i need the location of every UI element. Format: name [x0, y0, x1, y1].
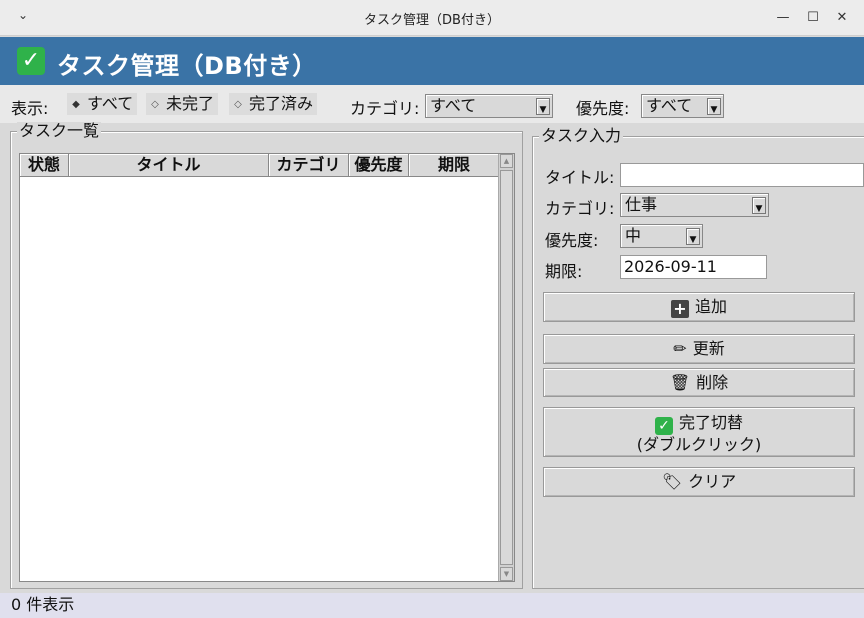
window-title: タスク管理（DB付き） [364, 13, 500, 28]
add-button[interactable]: + 追加 [543, 292, 855, 322]
toggle-button-hint: (ダブルクリック) [636, 435, 762, 454]
radio-incomplete-label: 未完了 [166, 94, 215, 113]
column-status[interactable]: 状態 [20, 154, 69, 177]
category-filter-label: カテゴリ: [350, 99, 420, 118]
due-field-label: 期限: [545, 262, 583, 281]
column-category[interactable]: カテゴリ [269, 154, 349, 177]
radio-all-label: すべて [87, 94, 134, 113]
vertical-scrollbar[interactable]: ▲ ▼ [498, 154, 514, 581]
delete-button-label: 削除 [696, 373, 729, 392]
column-title[interactable]: タイトル [69, 154, 269, 177]
clear-button-label: クリア [688, 472, 737, 491]
radio-all[interactable]: ◆ すべて [67, 93, 138, 115]
radio-incomplete[interactable]: ◇ 未完了 [146, 93, 219, 115]
radio-indicator-icon: ◇ [234, 99, 242, 110]
display-label: 表示: [11, 99, 49, 118]
category-filter-select[interactable]: すべて ▼ [425, 94, 553, 118]
update-button[interactable]: ✏ 更新 [543, 334, 855, 364]
header-banner: ✓ タスク管理（DB付き） [0, 37, 864, 85]
delete-button[interactable]: 🗑 削除 [543, 368, 855, 397]
pencil-icon: ✏ [673, 339, 687, 358]
dropdown-arrow-icon[interactable]: ▼ [707, 98, 721, 115]
tag-icon: 🏷 [661, 472, 683, 491]
dropdown-arrow-icon[interactable]: ▼ [536, 98, 550, 115]
title-field[interactable] [620, 163, 864, 187]
dropdown-arrow-icon[interactable]: ▼ [752, 197, 766, 214]
priority-field-label: 優先度: [545, 231, 599, 250]
due-date-field[interactable]: 2026-09-11 [620, 255, 767, 279]
task-input-title: タスク入力 [539, 126, 624, 145]
title-bar: ⌄ タスク管理（DB付き） — ☐ ✕ [0, 0, 864, 36]
column-priority[interactable]: 優先度 [349, 154, 409, 177]
plus-icon: + [670, 300, 689, 318]
priority-select-value: 中 [625, 226, 642, 245]
radio-indicator-icon: ◇ [151, 99, 159, 110]
app-window: ⌄ タスク管理（DB付き） — ☐ ✕ ✓ タスク管理（DB付き） 表示: ◆ す… [0, 0, 864, 618]
trash-icon: 🗑 [669, 373, 691, 392]
scroll-up-icon[interactable]: ▲ [500, 154, 513, 168]
radio-indicator-icon: ◆ [72, 99, 80, 110]
category-filter-value: すべて [430, 96, 477, 115]
minimize-button[interactable]: — [772, 7, 794, 29]
check-mark-icon: ✓ [17, 47, 45, 75]
priority-filter-label: 優先度: [576, 99, 630, 118]
status-bar: 0 件表示 [0, 593, 864, 618]
clear-button[interactable]: 🏷 クリア [543, 467, 855, 497]
update-button-label: 更新 [692, 339, 725, 358]
category-select-value: 仕事 [625, 195, 658, 214]
task-table[interactable]: 状態 タイトル カテゴリ 優先度 期限 ▲ ▼ [19, 153, 515, 582]
page-title: タスク管理（DB付き） [57, 52, 317, 80]
priority-filter-value: すべて [646, 96, 693, 115]
category-select[interactable]: 仕事 ▼ [620, 193, 769, 217]
toggle-complete-button[interactable]: ✓ 完了切替 (ダブルクリック) [543, 407, 855, 457]
scroll-thumb[interactable] [500, 170, 513, 565]
scroll-down-icon[interactable]: ▼ [500, 567, 513, 581]
radio-completed[interactable]: ◇ 完了済み [229, 93, 318, 115]
priority-filter-select[interactable]: すべて ▼ [641, 94, 724, 118]
table-header: 状態 タイトル カテゴリ 優先度 期限 [20, 154, 500, 177]
dropdown-arrow-icon[interactable]: ▼ [686, 228, 700, 245]
task-list-title: タスク一覧 [17, 121, 102, 140]
radio-completed-label: 完了済み [249, 94, 314, 113]
check-mark-icon: ✓ [654, 417, 673, 435]
category-field-label: カテゴリ: [545, 199, 615, 218]
add-button-label: 追加 [694, 297, 727, 316]
toggle-button-label: 完了切替 [678, 413, 743, 432]
close-button[interactable]: ✕ [831, 7, 853, 29]
title-field-label: タイトル: [545, 168, 615, 187]
maximize-button[interactable]: ☐ [802, 7, 824, 29]
priority-select[interactable]: 中 ▼ [620, 224, 703, 248]
column-due[interactable]: 期限 [409, 154, 500, 177]
